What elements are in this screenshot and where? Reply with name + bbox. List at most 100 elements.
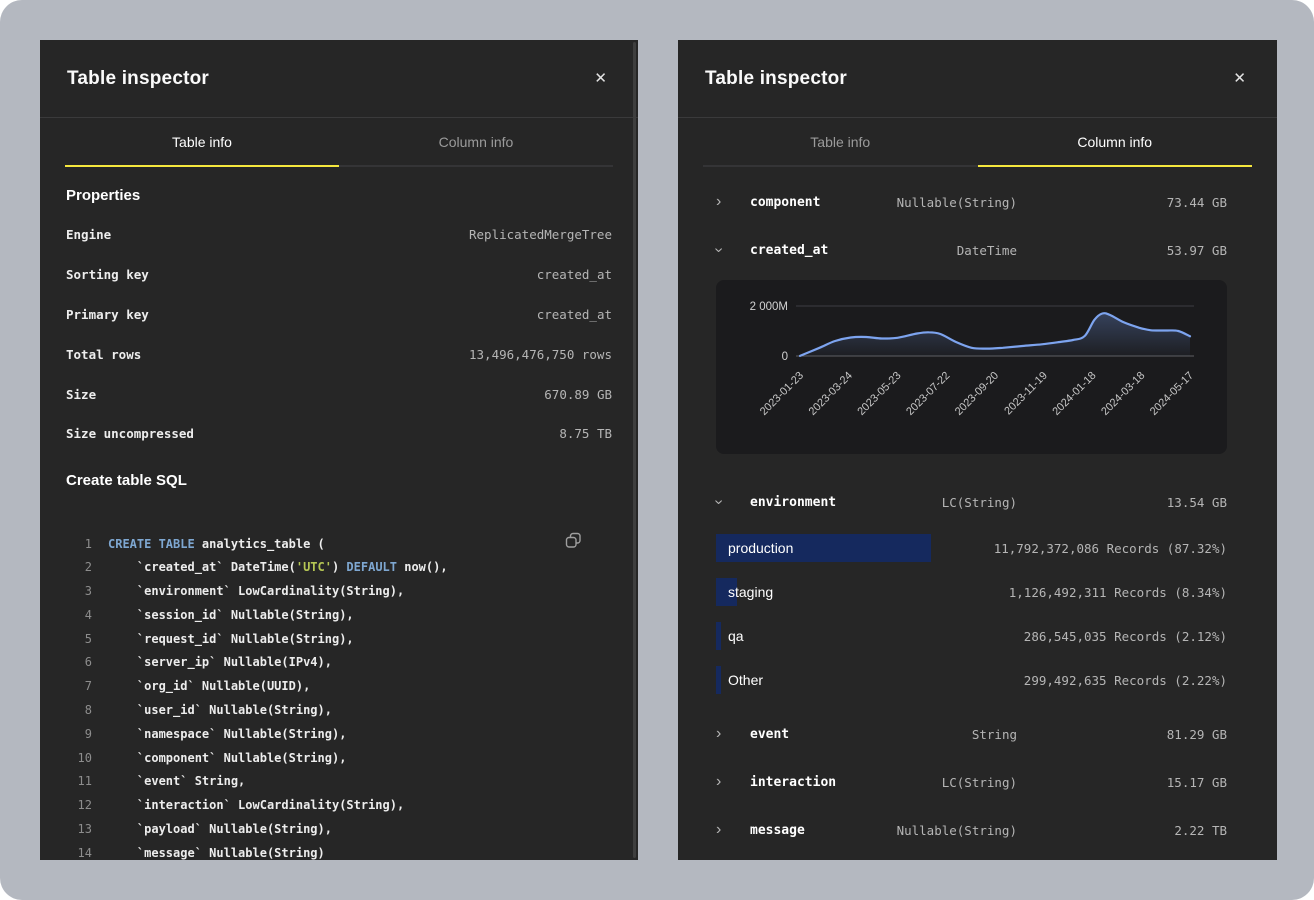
line-number: 9	[66, 727, 92, 741]
tab-column-info[interactable]: Column info	[339, 118, 613, 167]
property-value: created_at	[537, 307, 612, 322]
tab-bar: Table info Column info	[703, 118, 1252, 167]
line-number: 11	[66, 774, 92, 788]
column-size: 53.97 GB	[1017, 243, 1227, 258]
modal-title: Table inspector	[705, 68, 847, 90]
code-text: `interaction` LowCardinality(String),	[108, 798, 404, 812]
code-text: `session_id` Nullable(String),	[108, 608, 354, 622]
category-records: 286,545,035 Records (2.12%)	[1024, 629, 1227, 644]
column-type: String	[972, 727, 1017, 742]
close-icon[interactable]: ✕	[590, 67, 611, 90]
line-number: 6	[66, 655, 92, 669]
modal-header: Table inspector ✕	[40, 40, 638, 118]
modal-header: Table inspector ✕	[678, 40, 1277, 118]
category-label: staging	[716, 584, 773, 600]
line-number: 5	[66, 632, 92, 646]
code-text: `component` Nullable(String),	[108, 751, 346, 765]
property-value: 13,496,476,750 rows	[469, 347, 612, 362]
tab-bar: Table info Column info	[65, 118, 613, 167]
svg-text:2023-05-23: 2023-05-23	[855, 370, 903, 418]
property-value: created_at	[537, 267, 612, 282]
code-line: 5 `request_id` Nullable(String),	[66, 627, 612, 651]
property-value: 670.89 GB	[544, 387, 612, 402]
chevron-right-icon[interactable]: ›	[716, 774, 750, 790]
column-type: Nullable(String)	[897, 823, 1017, 838]
column-type: LC(String)	[942, 775, 1017, 790]
code-line: 2 `created_at` DateTime('UTC') DEFAULT n…	[66, 556, 612, 580]
code-text: `payload` Nullable(String),	[108, 822, 332, 836]
category-label: production	[716, 540, 793, 556]
code-text: CREATE TABLE analytics_table (	[108, 537, 325, 551]
tab-column-info[interactable]: Column info	[978, 118, 1253, 167]
sql-code-lines: 1CREATE TABLE analytics_table ( 2 `creat…	[66, 532, 612, 860]
column-type: DateTime	[957, 243, 1017, 258]
code-line: 8 `user_id` Nullable(String),	[66, 698, 612, 722]
column-row[interactable]: › message Nullable(String) 2.22 TB	[678, 806, 1277, 854]
chevron-right-icon[interactable]: ›	[716, 194, 750, 210]
code-line: 10 `component` Nullable(String),	[66, 746, 612, 770]
svg-text:2023-01-23: 2023-01-23	[758, 370, 806, 418]
code-text: `server_ip` Nullable(IPv4),	[108, 655, 332, 669]
code-line: 7 `org_id` Nullable(UUID),	[66, 674, 612, 698]
copy-icon[interactable]	[563, 530, 584, 554]
chevron-right-icon[interactable]: ›	[716, 822, 750, 838]
column-row[interactable]: › environment LC(String) 13.54 GB	[678, 478, 1277, 526]
column-name: environment	[750, 495, 836, 510]
code-line: 1CREATE TABLE analytics_table (	[66, 532, 612, 556]
column-size: 15.17 GB	[1017, 775, 1227, 790]
property-label: Size	[66, 387, 96, 402]
svg-text:2023-07-22: 2023-07-22	[904, 370, 952, 418]
line-number: 8	[66, 703, 92, 717]
code-text: `namespace` Nullable(String),	[108, 727, 346, 741]
code-text: `user_id` Nullable(String),	[108, 703, 332, 717]
properties-heading: Properties	[66, 183, 612, 209]
column-name: interaction	[750, 775, 836, 790]
column-row[interactable]: › component Nullable(String) 73.44 GB	[678, 178, 1277, 226]
sql-code-block: 1CREATE TABLE analytics_table ( 2 `creat…	[66, 522, 612, 860]
column-size: 81.29 GB	[1017, 727, 1227, 742]
scrollbar[interactable]	[633, 42, 636, 858]
tab-table-info[interactable]: Table info	[703, 118, 978, 167]
property-label: Size uncompressed	[66, 426, 194, 441]
property-row: Size uncompressed 8.75 TB	[66, 414, 612, 454]
column-size: 13.54 GB	[1017, 495, 1227, 510]
line-number: 12	[66, 798, 92, 812]
chevron-down-icon[interactable]: ›	[716, 494, 750, 510]
property-label: Sorting key	[66, 267, 149, 282]
category-row: staging 1,126,492,311 Records (8.34%)	[678, 570, 1277, 614]
line-number: 4	[66, 608, 92, 622]
column-info-content: › component Nullable(String) 73.44 GB › …	[678, 167, 1277, 854]
column-row[interactable]: › created_at DateTime 53.97 GB	[678, 226, 1277, 274]
column-type: Nullable(String)	[897, 195, 1017, 210]
line-number: 14	[66, 846, 92, 860]
code-text: `event` String,	[108, 774, 245, 788]
column-type: LC(String)	[942, 495, 1017, 510]
svg-text:0: 0	[782, 351, 788, 363]
chevron-right-icon[interactable]: ›	[716, 726, 750, 742]
close-icon[interactable]: ✕	[1229, 67, 1250, 90]
category-records: 1,126,492,311 Records (8.34%)	[1009, 585, 1227, 600]
property-row: Sorting key created_at	[66, 255, 612, 295]
property-label: Primary key	[66, 307, 149, 322]
column-row[interactable]: › interaction LC(String) 15.17 GB	[678, 758, 1277, 806]
column-name: event	[750, 727, 789, 742]
chevron-down-icon[interactable]: ›	[716, 242, 750, 258]
svg-text:2023-09-20: 2023-09-20	[953, 370, 1001, 418]
category-label: Other	[716, 672, 763, 688]
column-name: component	[750, 195, 820, 210]
column-row[interactable]: › event String 81.29 GB	[678, 710, 1277, 758]
column-size: 73.44 GB	[1017, 195, 1227, 210]
code-line: 9 `namespace` Nullable(String),	[66, 722, 612, 746]
column-name: message	[750, 823, 805, 838]
category-records: 11,792,372,086 Records (87.32%)	[994, 541, 1227, 556]
tab-table-info[interactable]: Table info	[65, 118, 339, 167]
code-line: 4 `session_id` Nullable(String),	[66, 603, 612, 627]
category-breakdown: production 11,792,372,086 Records (87.32…	[678, 526, 1277, 702]
code-text: `environment` LowCardinality(String),	[108, 584, 404, 598]
svg-text:2024-05-17: 2024-05-17	[1148, 370, 1196, 418]
category-row: qa 286,545,035 Records (2.12%)	[678, 614, 1277, 658]
property-value: ReplicatedMergeTree	[469, 227, 612, 242]
property-row: Total rows 13,496,476,750 rows	[66, 334, 612, 374]
code-line: 3 `environment` LowCardinality(String),	[66, 579, 612, 603]
category-row: Other 299,492,635 Records (2.22%)	[678, 658, 1277, 702]
